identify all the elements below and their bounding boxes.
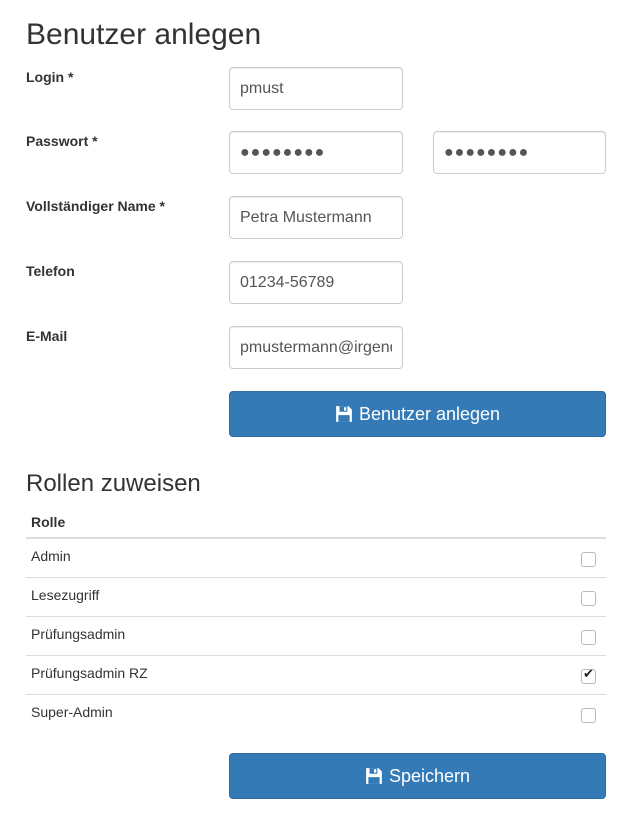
role-label: Prüfungsadmin RZ — [31, 665, 148, 681]
create-user-button-label: Benutzer anlegen — [358, 403, 501, 424]
save-button-label: Speichern — [388, 765, 471, 786]
page-title: Benutzer anlegen — [26, 18, 262, 51]
fullname-input[interactable] — [229, 196, 403, 239]
save-button[interactable]: Speichern — [229, 753, 606, 799]
floppy-disk-icon — [366, 768, 382, 784]
roles-title: Rollen zuweisen — [26, 470, 201, 497]
floppy-disk-icon — [336, 406, 352, 422]
role-checkbox-lesezugriff[interactable] — [581, 591, 596, 606]
login-label: Login * — [26, 69, 74, 85]
fullname-label: Vollständiger Name * — [26, 198, 166, 214]
role-checkbox-super-admin[interactable] — [581, 708, 596, 723]
table-row: Admin — [26, 539, 606, 578]
table-row: Super-Admin — [26, 695, 606, 734]
role-label: Admin — [31, 548, 71, 564]
role-checkbox-pruefungsadmin[interactable] — [581, 630, 596, 645]
phone-input[interactable] — [229, 261, 403, 304]
table-row: Lesezugriff — [26, 578, 606, 617]
create-user-button[interactable]: Benutzer anlegen — [229, 391, 606, 437]
login-input[interactable] — [229, 67, 403, 110]
password-label: Passwort * — [26, 133, 98, 149]
role-label: Prüfungsadmin — [31, 626, 126, 642]
roles-column-header: Rolle — [31, 514, 66, 530]
password-input[interactable] — [229, 131, 403, 174]
password-confirm-input[interactable] — [433, 131, 606, 174]
phone-label: Telefon — [26, 263, 75, 279]
role-checkbox-pruefungsadmin-rz[interactable] — [581, 667, 596, 684]
table-row: Prüfungsadmin — [26, 617, 606, 656]
table-row: Prüfungsadmin RZ — [26, 656, 606, 695]
email-input[interactable] — [229, 326, 403, 369]
role-checkbox-admin[interactable] — [581, 552, 596, 567]
role-label: Super-Admin — [31, 704, 113, 720]
email-label: E-Mail — [26, 328, 68, 344]
role-label: Lesezugriff — [31, 587, 100, 603]
